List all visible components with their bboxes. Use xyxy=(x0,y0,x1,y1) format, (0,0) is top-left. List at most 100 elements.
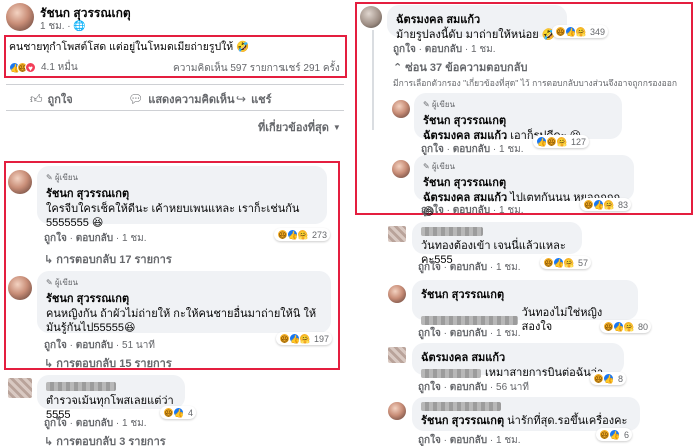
comment-bubble: วันทองต้องเข้า เจนนี่แล้วแหละคะ555 xyxy=(412,222,582,266)
view-replies-link[interactable]: ↳ การตอบกลับ 17 รายการ xyxy=(44,250,172,268)
reply-reaction-badge[interactable]: 😆 👍 🤗 83 xyxy=(580,198,632,211)
comment-actions: ถูกใจ · ตอบกลับ · 1 ชม. xyxy=(393,44,496,55)
comment-avatar[interactable] xyxy=(388,285,406,303)
comment-like-link[interactable]: ถูกใจ xyxy=(44,340,67,351)
reply-like-link[interactable]: ถูกใจ xyxy=(421,144,444,155)
comment-reaction-badge[interactable]: 😆 👍 🤗 197 xyxy=(276,332,333,345)
comment-like-link[interactable]: ถูกใจ xyxy=(44,418,67,429)
post-reactions[interactable]: 👍 😆 ♥ 4.1 หมื่น xyxy=(9,60,78,75)
reply-avatar[interactable] xyxy=(392,100,410,118)
like-button[interactable]: 👍︎ ถูกใจ xyxy=(30,90,73,108)
comment-reaction-badge[interactable]: 😆 👍 🤗 57 xyxy=(540,256,592,269)
view-replies-link[interactable]: ↳ การตอบกลับ 3 รายการ xyxy=(44,432,166,446)
comment-time[interactable]: 1 ชม. xyxy=(496,262,521,273)
comment-reply-link[interactable]: ตอบกลับ xyxy=(450,382,487,393)
sort-dropdown[interactable]: ที่เกี่ยวข้องที่สุด ▼ xyxy=(258,118,341,136)
share-icon: ↪ xyxy=(236,92,247,106)
reply-reaction-badge[interactable]: 👍 😆 🤗 127 xyxy=(533,135,590,148)
comment-time[interactable]: 1 ชม. xyxy=(122,233,147,244)
comment-avatar[interactable] xyxy=(8,170,32,194)
reply-mention[interactable]: ฉัตรมงคล สมแก้ว xyxy=(423,130,507,142)
thumbs-up-icon: 👍︎ xyxy=(30,91,43,106)
hide-replies-label: ซ่อน 37 ข้อความตอบกลับ xyxy=(405,62,528,74)
comment-reaction-count: 6 xyxy=(624,429,630,440)
hide-replies-link[interactable]: ⌃ ซ่อน 37 ข้อความตอบกลับ xyxy=(393,58,527,76)
post-action-divider-bottom xyxy=(6,110,344,111)
comment-text: รัชนก สุวรรณเกตุ น่ารักที่สุด.รอขึ้นเครื… xyxy=(421,414,631,428)
comment-author[interactable]: รัชนก สุวรรณเกตุ xyxy=(46,289,322,307)
comment-reply-link[interactable]: ตอบกลับ xyxy=(450,262,487,273)
reply-reply-link[interactable]: ตอบกลับ xyxy=(453,144,490,155)
comment-reaction-count: 197 xyxy=(314,333,330,344)
reply-arrow-icon: ↳ xyxy=(44,254,57,266)
author-tag-icon: ✎ xyxy=(46,173,55,182)
comment-reaction-badge[interactable]: 😆 👍 4 xyxy=(160,406,197,419)
like-reaction-icon: 👍 xyxy=(603,373,614,384)
comment-author[interactable]: รัชนก สุวรรณเกตุ xyxy=(46,184,318,202)
post-author-avatar[interactable] xyxy=(6,3,34,31)
post-time[interactable]: 1 ชม. · 🌐 xyxy=(40,19,86,34)
comment-reply-link[interactable]: ตอบกลับ xyxy=(76,340,113,351)
reply-like-link[interactable]: ถูกใจ xyxy=(421,205,444,216)
comment-reply-link[interactable]: ตอบกลับ xyxy=(76,233,113,244)
comment-author[interactable]: รัชนก สุวรรณเกตุ xyxy=(421,285,629,303)
comment-reaction-badge[interactable]: 😆 👍 🤗 80 xyxy=(600,320,652,333)
comment-reply-link[interactable]: ตอบกลับ xyxy=(76,418,113,429)
reply-bubble: ✎ ผู้เขียน รัชนก สุวรรณเกตุ ฉัตรมงคล สมแ… xyxy=(414,93,622,142)
comment-avatar[interactable] xyxy=(360,6,382,28)
reply-avatar[interactable] xyxy=(392,160,410,178)
comment-reply-link[interactable]: ตอบกลับ xyxy=(450,328,487,339)
reply-reply-link[interactable]: ตอบกลับ xyxy=(453,205,490,216)
comment-avatar[interactable] xyxy=(388,347,406,363)
blurred-mention xyxy=(421,368,481,378)
comment-reply-link[interactable]: ตอบกลับ xyxy=(425,44,462,55)
comment-like-link[interactable]: ถูกใจ xyxy=(418,382,441,393)
comment-time[interactable]: 56 นาที xyxy=(496,382,529,393)
reply-bubble: ✎ ผู้เขียน รัชนก สุวรรณเกตุ ฉัตรมงคล สมแ… xyxy=(414,155,634,218)
comment-avatar[interactable] xyxy=(8,276,32,300)
comment-time[interactable]: 1 ชม. xyxy=(496,328,521,339)
comment-bubble: ตำรวจเม้นทุกโพสเลยแต่ว่า 5555 xyxy=(37,375,185,421)
reply-time[interactable]: 1 ชม. xyxy=(499,144,524,155)
caret-down-icon: ▼ xyxy=(332,122,341,132)
comment-avatar[interactable] xyxy=(388,226,406,242)
comment-avatar[interactable] xyxy=(388,402,406,420)
author-tag: ✎ ผู้เขียน xyxy=(46,171,318,184)
like-reaction-icon: 👍 xyxy=(609,429,620,440)
comment-time[interactable]: 1 ชม. xyxy=(496,435,521,446)
comment-like-link[interactable]: ถูกใจ xyxy=(418,262,441,273)
comment-reaction-badge[interactable]: 😆 👍 6 xyxy=(596,428,633,441)
comment-author[interactable]: ฉัตรมงคล สมแก้ว xyxy=(421,348,615,366)
comment-time[interactable]: 51 นาที xyxy=(122,340,155,351)
view-replies-link[interactable]: ↳ การตอบกลับ 15 รายการ xyxy=(44,354,172,372)
comment-reaction-badge[interactable]: 😆 👍 8 xyxy=(590,372,627,385)
chevron-up-icon: ⌃ xyxy=(393,62,406,74)
post-share-count[interactable]: แชร์ 291 ครั้ง xyxy=(282,61,340,76)
comment-author[interactable]: รัชนก สุวรรณเกตุ xyxy=(421,415,504,427)
comment-author[interactable]: ฉัตรมงคล สมแก้ว xyxy=(396,10,558,28)
post-comment-count[interactable]: ความคิดเห็น 597 รายการ xyxy=(173,61,284,76)
share-button[interactable]: ↪ แชร์ xyxy=(236,90,272,108)
comment-like-link[interactable]: ถูกใจ xyxy=(393,44,416,55)
comment-actions: ถูกใจ · ตอบกลับ · 56 นาที xyxy=(418,382,529,393)
comment-time[interactable]: 1 ชม. xyxy=(122,418,147,429)
comment-reaction-badge[interactable]: 😆 👍 🤗 273 xyxy=(274,228,331,241)
comment-reply-link[interactable]: ตอบกลับ xyxy=(450,435,487,446)
comment-time[interactable]: 1 ชม. xyxy=(471,44,496,55)
comment-like-link[interactable]: ถูกใจ xyxy=(418,328,441,339)
reply-time[interactable]: 1 ชม. xyxy=(499,205,524,216)
comment-reaction-badge[interactable]: 😆 👍 🤗 349 xyxy=(552,25,609,38)
comment-like-link[interactable]: ถูกใจ xyxy=(44,233,67,244)
reply-author[interactable]: รัชนก สุวรรณเกตุ xyxy=(423,173,625,191)
comment-reaction-count: 57 xyxy=(578,257,589,268)
comment-body: น่ารักที่สุด.รอขึ้นเครื่องคะ xyxy=(507,415,628,427)
comment-avatar[interactable] xyxy=(8,378,32,398)
comment-button[interactable]: 💬︎ แสดงความคิดเห็น xyxy=(128,90,235,108)
reply-author[interactable]: รัชนก สุวรรณเกตุ xyxy=(423,111,613,129)
author-tag-icon: ✎ xyxy=(46,278,55,287)
blurred-mention xyxy=(421,315,518,325)
comment-bubble: รัชนก สุวรรณเกตุ น่ารักที่สุด.รอขึ้นเครื… xyxy=(412,397,640,431)
comment-like-link[interactable]: ถูกใจ xyxy=(418,435,441,446)
reply-reaction-count: 83 xyxy=(618,199,629,210)
comment-body: เหมาสายการบินต่อฉันว่า xyxy=(485,367,604,379)
